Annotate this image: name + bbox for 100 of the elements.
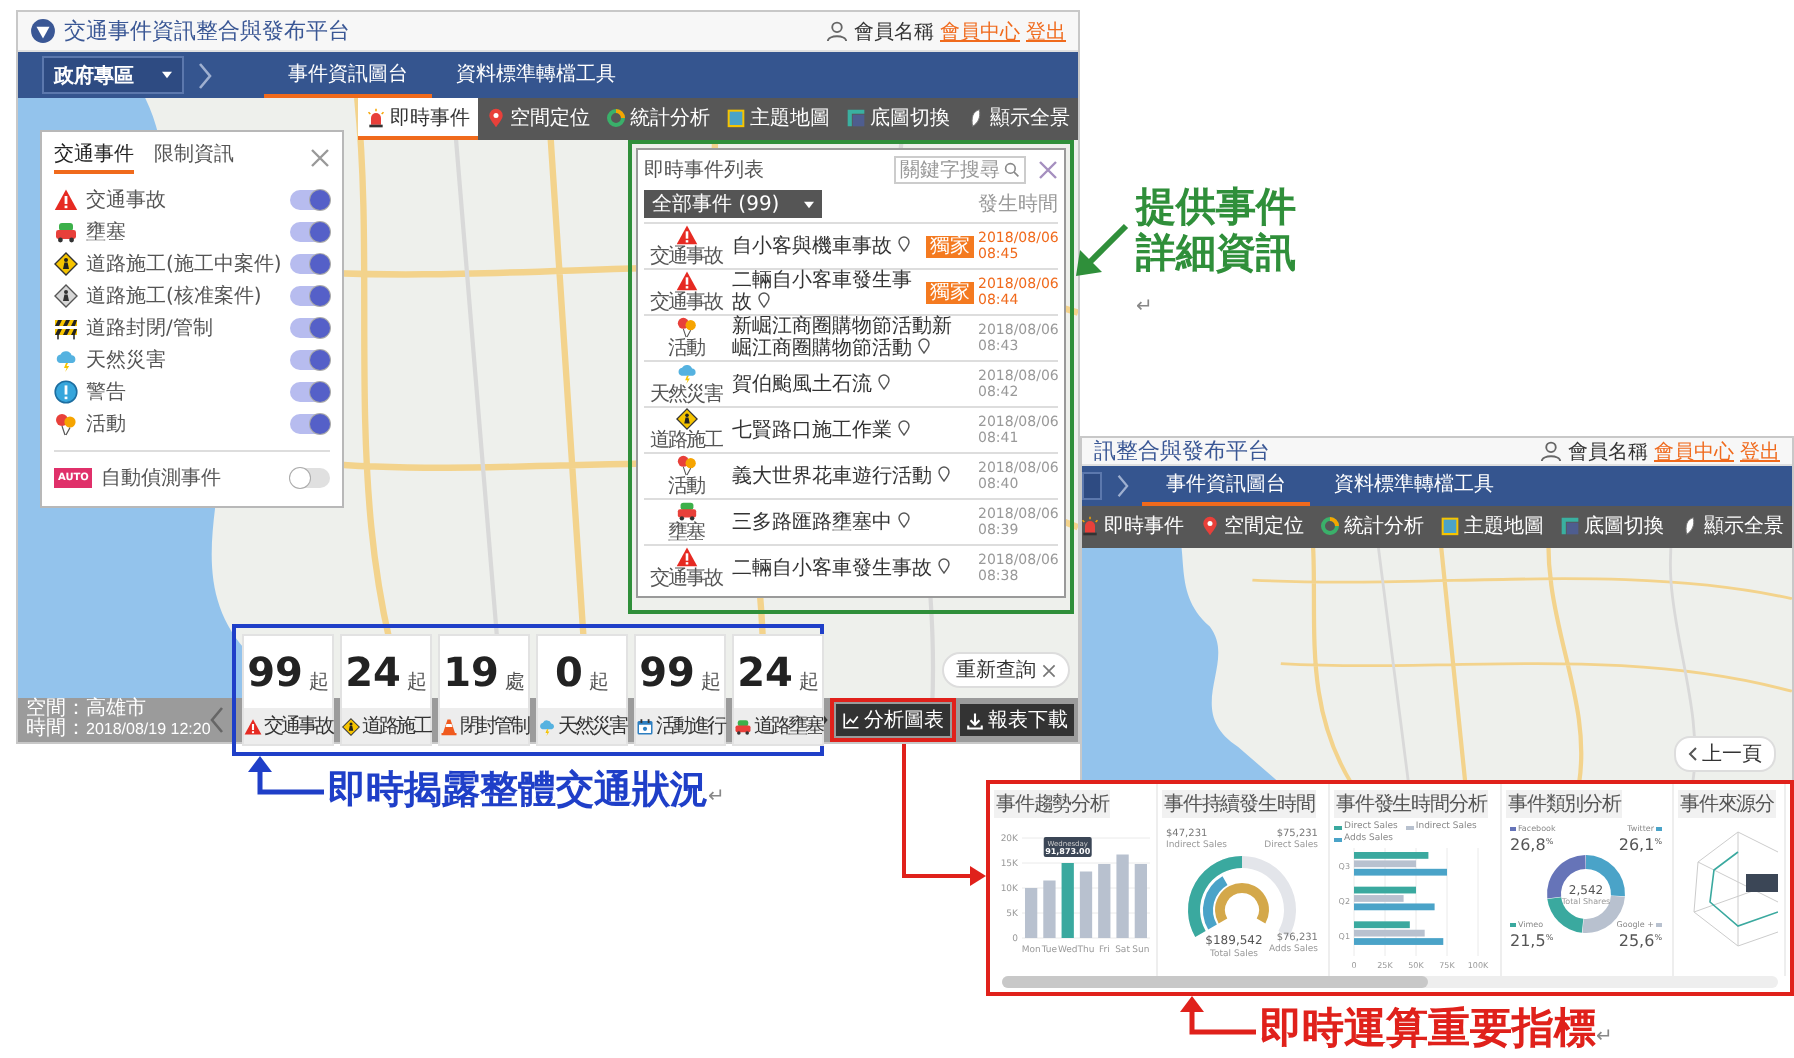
toolbar-button[interactable]: 即時事件 xyxy=(358,98,478,140)
app-title: 訊整合與發布平台 xyxy=(1094,438,1270,466)
layer-icon xyxy=(1560,515,1580,535)
map-pin-icon xyxy=(486,107,506,127)
toolbar-button[interactable]: 主題地圖 xyxy=(1432,506,1552,548)
zone-dropdown[interactable]: 政府專區 xyxy=(42,56,184,94)
stat-unit: 起 xyxy=(798,669,819,696)
warning-triangle-icon xyxy=(675,270,697,292)
car-icon xyxy=(734,717,752,735)
toggle-switch[interactable] xyxy=(290,350,330,370)
nav-tab[interactable]: 資料標準轉檔工具 xyxy=(432,52,640,98)
stat-count: 99 xyxy=(639,648,695,696)
callout-text: 提供事件詳細資訊 xyxy=(1136,182,1296,276)
toggle-switch[interactable] xyxy=(290,222,330,242)
panel-tab[interactable]: 限制資訊 xyxy=(154,140,234,174)
panel-tab[interactable]: 交通事件 xyxy=(54,140,134,174)
close-button[interactable] xyxy=(310,147,330,167)
analysis-button[interactable]: 分析圖表 xyxy=(836,704,950,736)
legend-label: 道路封閉/管制 xyxy=(86,315,215,342)
map-pin-icon xyxy=(878,373,891,389)
toolbar-button[interactable]: 主題地圖 xyxy=(718,98,838,140)
map-pin-icon xyxy=(918,338,931,354)
stat-unit: 起 xyxy=(406,669,427,696)
return-mark: ↵ xyxy=(1596,1026,1613,1048)
toggle-switch[interactable] xyxy=(290,286,330,306)
chart-title: 事件發生時間分析 xyxy=(1334,790,1489,818)
callout-text: 即時運算重要指標 xyxy=(1260,1004,1596,1052)
map-pin-icon xyxy=(1200,515,1220,535)
stat-count: 19 xyxy=(443,648,499,696)
legend-label: 交通事故 xyxy=(86,187,168,214)
return-mark: ↵ xyxy=(708,786,725,808)
toolbar-button[interactable]: 顯示全景 xyxy=(1672,506,1792,548)
category-label: 天然災害 xyxy=(650,384,722,406)
cloud-icon xyxy=(54,348,78,372)
toolbar-button[interactable]: 顯示全景 xyxy=(958,98,1078,140)
back-button[interactable]: 上一頁 xyxy=(1674,736,1776,772)
toolbar-button[interactable]: 空間定位 xyxy=(478,98,598,140)
search-icon xyxy=(1004,162,1020,178)
filter-dropdown[interactable]: 全部事件 (99) xyxy=(644,190,822,218)
toggle-switch[interactable] xyxy=(290,414,330,434)
chart-title: 事件持續發生時間 xyxy=(1162,790,1317,818)
toggle-switch[interactable] xyxy=(290,254,330,274)
callout-text: 即時揭露整體交通狀況 xyxy=(328,768,708,812)
chart-title: 事件趨勢分析 xyxy=(994,790,1111,818)
toggle-switch[interactable] xyxy=(290,190,330,210)
stat-unit: 起 xyxy=(308,669,329,696)
stat-label: 交通事故 xyxy=(264,713,332,740)
cloud-icon xyxy=(538,717,556,735)
callout-arrow xyxy=(1076,223,1129,276)
close-button[interactable] xyxy=(1038,160,1058,180)
stat-count: 24 xyxy=(345,648,401,696)
event-badge: 獨家 xyxy=(926,281,974,303)
category-label: 壅塞 xyxy=(668,522,704,544)
event-title: 二輛自小客車發生事故 xyxy=(732,270,914,314)
toolbar-button[interactable]: 統計分析 xyxy=(598,98,718,140)
siren-icon xyxy=(1082,515,1100,535)
category-label: 活動 xyxy=(668,338,704,360)
event-title: 義大世界花車遊行活動 xyxy=(732,465,970,487)
chart-title: 事件來源分 xyxy=(1678,790,1777,818)
stat-label: 活動進行 xyxy=(656,714,724,740)
nav-tab[interactable]: 資料標準轉檔工具 xyxy=(1310,466,1518,506)
chevron-right-icon xyxy=(1114,474,1130,498)
toggle-switch[interactable] xyxy=(290,318,330,338)
stat-count: 0 xyxy=(555,648,583,696)
user-name: 會員名稱 xyxy=(854,19,934,45)
toolbar-button[interactable]: 空間定位 xyxy=(1192,506,1312,548)
leaf-icon xyxy=(966,107,986,127)
toolbar-button[interactable]: 底圖切換 xyxy=(838,98,958,140)
download-button[interactable]: 報表下載 xyxy=(960,704,1074,736)
toggle-switch[interactable] xyxy=(290,382,330,402)
map-book-icon xyxy=(726,107,746,127)
stat-label: 天然災害 xyxy=(558,713,626,740)
worker-sign-icon xyxy=(54,284,78,308)
category-label: 道路施工 xyxy=(650,430,722,452)
requery-button[interactable]: 重新查詢 xyxy=(942,652,1070,688)
scrollbar[interactable] xyxy=(1002,976,1778,988)
logo-icon xyxy=(30,18,56,44)
worker-sign-icon xyxy=(342,717,360,735)
toggle-switch[interactable] xyxy=(290,468,330,488)
chevron-left-icon xyxy=(1688,746,1698,762)
event-title: 二輛自小客車發生事故 xyxy=(732,557,970,579)
category-label: 活動 xyxy=(668,476,704,498)
toolbar-button[interactable]: 底圖切換 xyxy=(1552,506,1672,548)
legend-label: 天然災害 xyxy=(86,347,168,374)
app-title: 交通事件資訊整合與發布平台 xyxy=(64,16,350,46)
return-mark: ↵ xyxy=(1136,296,1153,318)
caret-icon xyxy=(803,199,814,209)
legend-label: 活動 xyxy=(86,412,128,438)
siren-icon xyxy=(366,107,386,127)
cloud-icon xyxy=(675,362,697,384)
toolbar-button[interactable]: 統計分析 xyxy=(1312,506,1432,548)
event-title: 三多路匯路壅塞中 xyxy=(732,511,970,533)
line-chart-icon xyxy=(842,711,860,729)
close-icon xyxy=(1038,160,1058,180)
legend-label: 壅塞 xyxy=(86,219,128,246)
panel-title: 即時事件列表 xyxy=(644,157,766,184)
legend-label: 道路施工(施工中案件) xyxy=(86,251,282,278)
legend-label: 道路施工(核准案件) xyxy=(86,283,264,310)
worker-sign-icon xyxy=(54,252,78,276)
toolbar-button[interactable]: 即時事件 xyxy=(1082,506,1192,548)
